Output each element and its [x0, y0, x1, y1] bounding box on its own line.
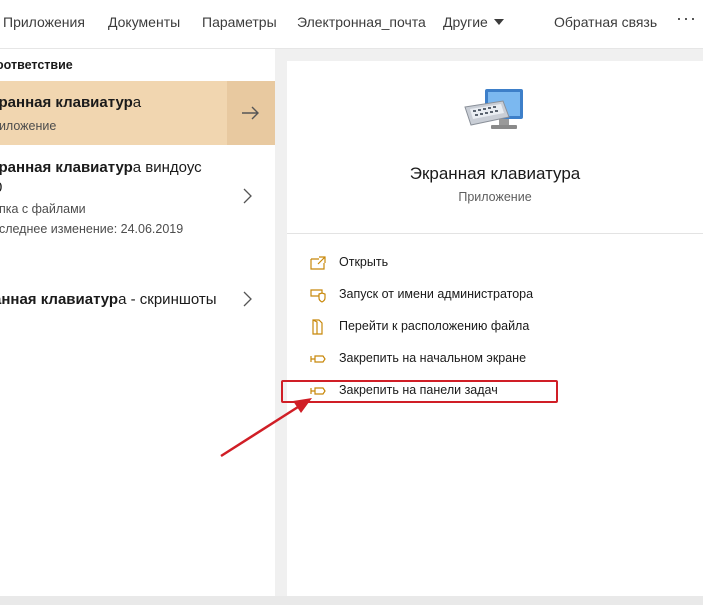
bottom-strip [0, 596, 703, 605]
annotation-arrow-icon [220, 398, 312, 458]
